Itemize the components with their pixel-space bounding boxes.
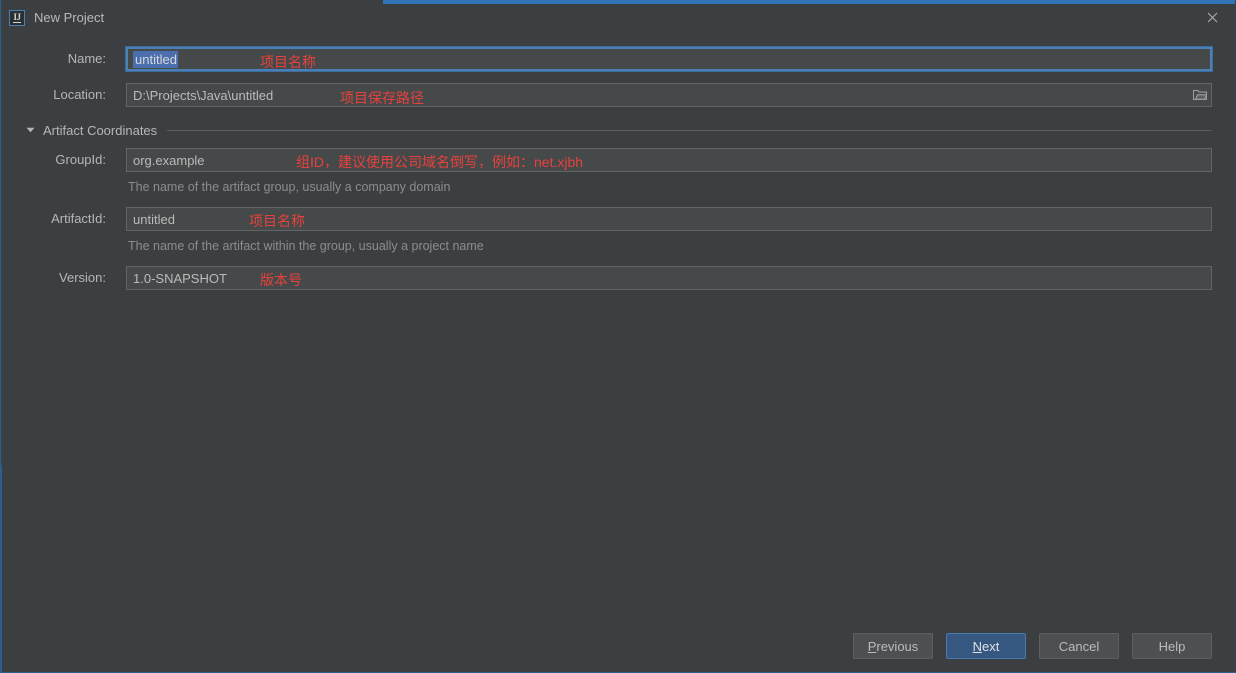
chevron-down-icon bbox=[25, 125, 35, 135]
groupid-helper-text: The name of the artifact group, usually … bbox=[128, 180, 451, 194]
version-input[interactable]: 1.0-SNAPSHOT bbox=[126, 266, 1212, 290]
window-title: New Project bbox=[34, 10, 105, 25]
name-input[interactable]: untitled bbox=[125, 46, 1213, 72]
close-button[interactable] bbox=[1189, 4, 1235, 31]
cancel-button[interactable]: Cancel bbox=[1039, 633, 1119, 659]
folder-icon bbox=[1192, 89, 1207, 101]
location-browse-button[interactable] bbox=[1188, 83, 1212, 107]
name-input-value: untitled bbox=[133, 50, 178, 68]
location-input-value: D:\Projects\Java\untitled bbox=[133, 87, 274, 103]
previous-button-label: Previous bbox=[867, 638, 919, 654]
help-button[interactable]: Help bbox=[1132, 633, 1212, 659]
artifactid-input-value: untitled bbox=[133, 211, 175, 227]
new-project-dialog: IJ New Project Name: untitled 项目名称 Locat… bbox=[0, 0, 1236, 673]
artifactid-label: ArtifactId: bbox=[51, 211, 106, 226]
next-button-label: Next bbox=[972, 638, 1000, 654]
groupid-input[interactable]: org.example bbox=[126, 148, 1212, 172]
artifact-coordinates-title: Artifact Coordinates bbox=[43, 122, 158, 138]
location-label: Location: bbox=[53, 87, 106, 102]
help-button-label: Help bbox=[1158, 638, 1186, 654]
title-bar: IJ New Project bbox=[1, 4, 1235, 31]
artifactid-input[interactable]: untitled bbox=[126, 207, 1212, 231]
location-input[interactable]: D:\Projects\Java\untitled bbox=[126, 83, 1189, 107]
section-separator bbox=[167, 129, 1212, 131]
previous-button[interactable]: Previous bbox=[853, 633, 933, 659]
groupid-label: GroupId: bbox=[55, 152, 106, 167]
close-icon bbox=[1207, 12, 1217, 23]
groupid-input-value: org.example bbox=[133, 152, 205, 168]
dialog-button-bar: Previous Next Cancel Help bbox=[853, 633, 1212, 659]
artifact-coordinates-section-header[interactable]: Artifact Coordinates bbox=[25, 121, 1212, 139]
artifactid-helper-text: The name of the artifact within the grou… bbox=[128, 239, 484, 253]
intellij-idea-icon: IJ bbox=[9, 9, 25, 26]
version-label: Version: bbox=[59, 270, 106, 285]
next-button[interactable]: Next bbox=[946, 633, 1026, 659]
form-area: Name: untitled 项目名称 Location: D:\Project… bbox=[1, 31, 1235, 672]
cancel-button-label: Cancel bbox=[1058, 638, 1100, 654]
version-input-value: 1.0-SNAPSHOT bbox=[133, 270, 227, 286]
name-label: Name: bbox=[67, 51, 106, 66]
